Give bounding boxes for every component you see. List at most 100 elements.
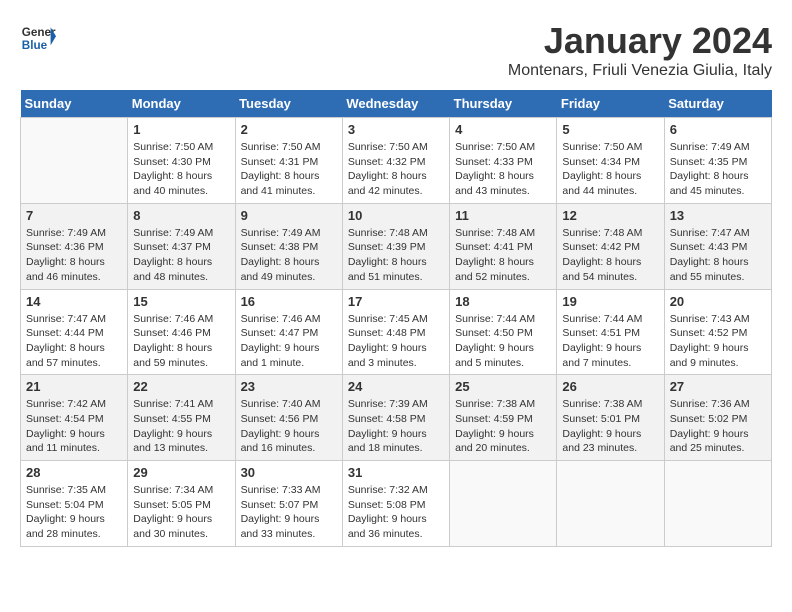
day-header-saturday: Saturday: [664, 90, 771, 118]
day-number: 9: [241, 208, 337, 223]
day-cell: 11Sunrise: 7:48 AM Sunset: 4:41 PM Dayli…: [450, 203, 557, 289]
day-header-wednesday: Wednesday: [342, 90, 449, 118]
day-cell: 1 Sunrise: 7:50 AM Sunset: 4:30 PM Daylig…: [128, 118, 235, 204]
day-info: Sunrise: 7:43 AM Sunset: 4:52 PM Dayligh…: [670, 312, 766, 371]
day-cell: 13 Sunrise: 7:47 AM Sunset: 4:43 PM Dayli…: [664, 203, 771, 289]
day-info: Sunrise: 7:42 AM Sunset: 4:54 PM Dayligh…: [26, 397, 122, 456]
day-header-sunday: Sunday: [21, 90, 128, 118]
week-row-1: 1 Sunrise: 7:50 AM Sunset: 4:30 PM Daylig…: [21, 118, 772, 204]
day-number: 17: [348, 294, 444, 309]
day-number: 29: [133, 465, 229, 480]
day-number: 5: [562, 122, 658, 137]
week-row-4: 21 Sunrise: 7:42 AM Sunset: 4:54 PM Dayli…: [21, 375, 772, 461]
day-number: 22: [133, 379, 229, 394]
day-cell: 2Sunrise: 7:50 AM Sunset: 4:31 PM Daylig…: [235, 118, 342, 204]
day-info: Sunrise: 7:47 AM Sunset: 4:44 PM Dayligh…: [26, 312, 122, 371]
day-info: Sunrise: 7:46 AM Sunset: 4:47 PM Dayligh…: [241, 312, 337, 371]
day-info: Sunrise: 7:49 AM Sunset: 4:35 PM Dayligh…: [670, 140, 766, 199]
day-number: 19: [562, 294, 658, 309]
day-info: Sunrise: 7:41 AM Sunset: 4:55 PM Dayligh…: [133, 397, 229, 456]
day-number: 8: [133, 208, 229, 223]
day-number: 30: [241, 465, 337, 480]
day-info: Sunrise: 7:48 AM Sunset: 4:42 PM Dayligh…: [562, 226, 658, 285]
day-number: 7: [26, 208, 122, 223]
day-info: Sunrise: 7:50 AM Sunset: 4:32 PM Dayligh…: [348, 140, 444, 199]
day-number: 14: [26, 294, 122, 309]
logo: General Blue: [20, 20, 56, 56]
calendar-table: SundayMondayTuesdayWednesdayThursdayFrid…: [20, 90, 772, 547]
day-info: Sunrise: 7:45 AM Sunset: 4:48 PM Dayligh…: [348, 312, 444, 371]
svg-text:Blue: Blue: [22, 39, 48, 52]
day-info: Sunrise: 7:38 AM Sunset: 5:01 PM Dayligh…: [562, 397, 658, 456]
day-number: 4: [455, 122, 551, 137]
week-row-3: 14 Sunrise: 7:47 AM Sunset: 4:44 PM Dayli…: [21, 289, 772, 375]
title-block: January 2024 Montenars, Friuli Venezia G…: [508, 20, 772, 80]
day-info: Sunrise: 7:40 AM Sunset: 4:56 PM Dayligh…: [241, 397, 337, 456]
day-cell: 23 Sunrise: 7:40 AM Sunset: 4:56 PM Dayli…: [235, 375, 342, 461]
subtitle: Montenars, Friuli Venezia Giulia, Italy: [508, 62, 772, 80]
day-cell: 15 Sunrise: 7:46 AM Sunset: 4:46 PM Dayli…: [128, 289, 235, 375]
day-cell: 18 Sunrise: 7:44 AM Sunset: 4:50 PM Dayli…: [450, 289, 557, 375]
day-cell: 8 Sunrise: 7:49 AM Sunset: 4:37 PM Daylig…: [128, 203, 235, 289]
day-cell: 26 Sunrise: 7:38 AM Sunset: 5:01 PM Dayli…: [557, 375, 664, 461]
day-info: Sunrise: 7:36 AM Sunset: 5:02 PM Dayligh…: [670, 397, 766, 456]
day-cell: 5Sunrise: 7:50 AM Sunset: 4:34 PM Daylig…: [557, 118, 664, 204]
day-cell: 14 Sunrise: 7:47 AM Sunset: 4:44 PM Dayli…: [21, 289, 128, 375]
day-cell: 4Sunrise: 7:50 AM Sunset: 4:33 PM Daylig…: [450, 118, 557, 204]
day-cell: 12 Sunrise: 7:48 AM Sunset: 4:42 PM Dayli…: [557, 203, 664, 289]
day-info: Sunrise: 7:49 AM Sunset: 4:38 PM Dayligh…: [241, 226, 337, 285]
day-number: 25: [455, 379, 551, 394]
day-header-thursday: Thursday: [450, 90, 557, 118]
day-header-tuesday: Tuesday: [235, 90, 342, 118]
day-info: Sunrise: 7:35 AM Sunset: 5:04 PM Dayligh…: [26, 483, 122, 542]
day-number: 12: [562, 208, 658, 223]
day-number: 20: [670, 294, 766, 309]
header: General Blue January 2024 Montenars, Fri…: [20, 20, 772, 80]
day-header-monday: Monday: [128, 90, 235, 118]
day-cell: 7Sunrise: 7:49 AM Sunset: 4:36 PM Daylig…: [21, 203, 128, 289]
day-header-row: SundayMondayTuesdayWednesdayThursdayFrid…: [21, 90, 772, 118]
day-info: Sunrise: 7:50 AM Sunset: 4:30 PM Dayligh…: [133, 140, 229, 199]
day-info: Sunrise: 7:38 AM Sunset: 4:59 PM Dayligh…: [455, 397, 551, 456]
day-info: Sunrise: 7:44 AM Sunset: 4:50 PM Dayligh…: [455, 312, 551, 371]
week-row-2: 7Sunrise: 7:49 AM Sunset: 4:36 PM Daylig…: [21, 203, 772, 289]
day-cell: [450, 461, 557, 547]
day-info: Sunrise: 7:47 AM Sunset: 4:43 PM Dayligh…: [670, 226, 766, 285]
day-cell: 25 Sunrise: 7:38 AM Sunset: 4:59 PM Dayli…: [450, 375, 557, 461]
day-info: Sunrise: 7:50 AM Sunset: 4:31 PM Dayligh…: [241, 140, 337, 199]
day-cell: 16 Sunrise: 7:46 AM Sunset: 4:47 PM Dayli…: [235, 289, 342, 375]
day-info: Sunrise: 7:39 AM Sunset: 4:58 PM Dayligh…: [348, 397, 444, 456]
day-info: Sunrise: 7:34 AM Sunset: 5:05 PM Dayligh…: [133, 483, 229, 542]
day-number: 10: [348, 208, 444, 223]
day-number: 26: [562, 379, 658, 394]
day-cell: 6 Sunrise: 7:49 AM Sunset: 4:35 PM Daylig…: [664, 118, 771, 204]
day-cell: 17 Sunrise: 7:45 AM Sunset: 4:48 PM Dayli…: [342, 289, 449, 375]
main-title: January 2024: [508, 20, 772, 62]
day-number: 23: [241, 379, 337, 394]
day-cell: 21 Sunrise: 7:42 AM Sunset: 4:54 PM Dayli…: [21, 375, 128, 461]
day-info: Sunrise: 7:46 AM Sunset: 4:46 PM Dayligh…: [133, 312, 229, 371]
day-number: 21: [26, 379, 122, 394]
day-cell: 30 Sunrise: 7:33 AM Sunset: 5:07 PM Dayli…: [235, 461, 342, 547]
day-number: 27: [670, 379, 766, 394]
day-number: 18: [455, 294, 551, 309]
day-cell: 22 Sunrise: 7:41 AM Sunset: 4:55 PM Dayli…: [128, 375, 235, 461]
day-number: 15: [133, 294, 229, 309]
day-number: 6: [670, 122, 766, 137]
day-header-friday: Friday: [557, 90, 664, 118]
day-number: 13: [670, 208, 766, 223]
day-number: 1: [133, 122, 229, 137]
day-number: 28: [26, 465, 122, 480]
day-cell: 24Sunrise: 7:39 AM Sunset: 4:58 PM Dayli…: [342, 375, 449, 461]
day-number: 31: [348, 465, 444, 480]
day-cell: 9 Sunrise: 7:49 AM Sunset: 4:38 PM Daylig…: [235, 203, 342, 289]
day-info: Sunrise: 7:32 AM Sunset: 5:08 PM Dayligh…: [348, 483, 444, 542]
day-info: Sunrise: 7:49 AM Sunset: 4:37 PM Dayligh…: [133, 226, 229, 285]
day-cell: [664, 461, 771, 547]
day-number: 16: [241, 294, 337, 309]
day-cell: [21, 118, 128, 204]
logo-icon: General Blue: [20, 20, 56, 56]
day-cell: 10Sunrise: 7:48 AM Sunset: 4:39 PM Dayli…: [342, 203, 449, 289]
day-info: Sunrise: 7:33 AM Sunset: 5:07 PM Dayligh…: [241, 483, 337, 542]
day-cell: 19Sunrise: 7:44 AM Sunset: 4:51 PM Dayli…: [557, 289, 664, 375]
